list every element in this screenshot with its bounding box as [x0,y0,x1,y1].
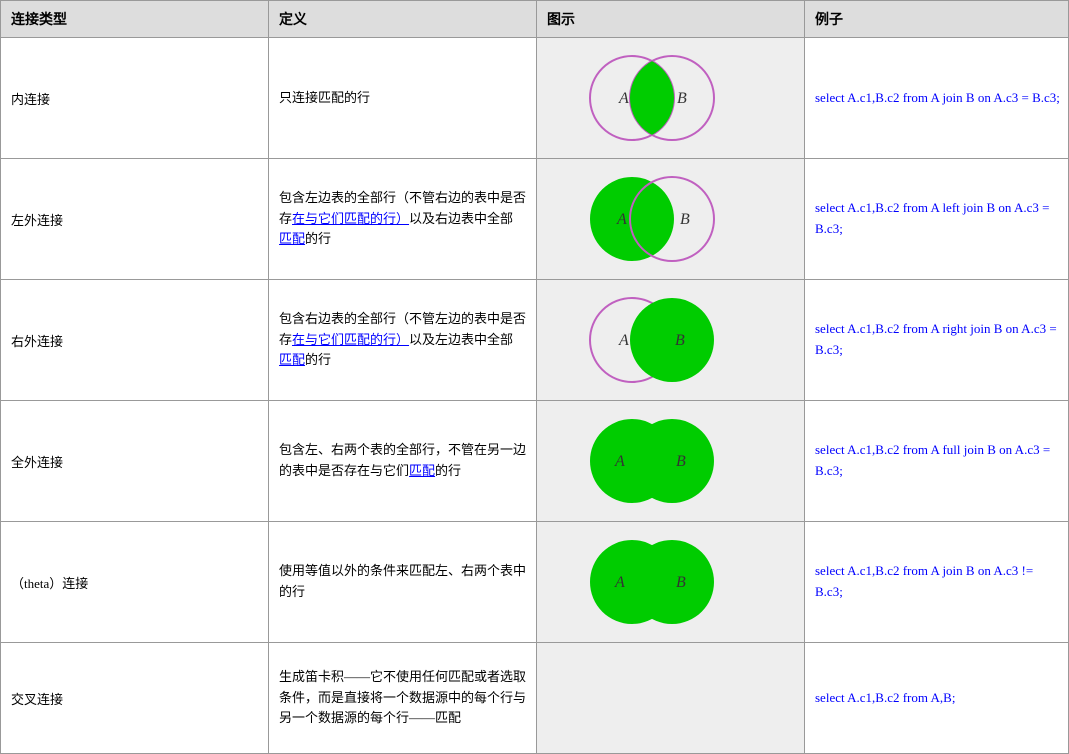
type-right: 右外连接 [1,280,269,400]
diagram-cross [537,643,805,753]
row-theta-join: （theta）连接 使用等值以外的条件来匹配左、右两个表中的行 [1,522,1068,643]
type-left: 左外连接 [1,159,269,279]
diagram-inner: A B [537,38,805,158]
def-inner: 只连接匹配的行 [269,38,537,158]
def-right: 包含右边表的全部行（不管左边的表中是否存在与它们匹配的行）以及左边表中全部匹配的… [269,280,537,400]
def-theta: 使用等值以外的条件来匹配左、右两个表中的行 [269,522,537,642]
def-full: 包含左、右两个表的全部行，不管在另一边的表中是否存在与它们匹配的行 [269,401,537,521]
example-left: select A.c1,B.c2 from A left join B on A… [805,159,1069,279]
example-full: select A.c1,B.c2 from A full join B on A… [805,401,1069,521]
svg-text:B: B [680,211,690,228]
row-inner-join: 内连接 只连接匹配的行 [1,38,1068,159]
example-right: select A.c1,B.c2 from A right join B on … [805,280,1069,400]
venn-theta: A B [547,532,747,632]
row-left-join: 左外连接 包含左边表的全部行（不管右边的表中是否存在与它们匹配的行）以及右边表中… [1,159,1068,280]
type-inner: 内连接 [1,38,269,158]
svg-text:B: B [676,574,686,591]
svg-text:A: A [618,332,629,349]
svg-text:A: A [618,90,629,107]
table-header: 连接类型 定义 图示 例子 [1,1,1068,38]
venn-inner: A B [547,48,747,148]
def-cross: 生成笛卡积——它不使用任何匹配或者选取条件，而是直接将一个数据源中的每个行与另一… [269,643,537,753]
header-example: 例子 [805,1,1069,37]
diagram-left: A B [537,159,805,279]
svg-text:B: B [677,90,687,107]
example-inner: select A.c1,B.c2 from A join B on A.c3 =… [805,38,1069,158]
type-theta: （theta）连接 [1,522,269,642]
diagram-right: A B [537,280,805,400]
header-diagram: 图示 [537,1,805,37]
venn-right: A B [547,290,747,390]
row-cross-join: 交叉连接 生成笛卡积——它不使用任何匹配或者选取条件，而是直接将一个数据源中的每… [1,643,1068,753]
diagram-theta: A B [537,522,805,642]
svg-text:A: A [614,574,625,591]
venn-full: A B [547,411,747,511]
header-definition: 定义 [269,1,537,37]
def-left: 包含左边表的全部行（不管右边的表中是否存在与它们匹配的行）以及右边表中全部匹配的… [269,159,537,279]
example-theta: select A.c1,B.c2 from A join B on A.c3 !… [805,522,1069,642]
svg-text:A: A [614,453,625,470]
join-types-table: 连接类型 定义 图示 例子 内连接 只连接匹配的行 [0,0,1069,754]
svg-text:B: B [676,453,686,470]
row-full-join: 全外连接 包含左、右两个表的全部行，不管在另一边的表中是否存在与它们匹配的行 A… [1,401,1068,522]
svg-text:B: B [675,332,685,349]
type-full: 全外连接 [1,401,269,521]
svg-text:A: A [616,211,627,228]
header-type: 连接类型 [1,1,269,37]
type-cross: 交叉连接 [1,643,269,753]
venn-left: A B [547,169,747,269]
row-right-join: 右外连接 包含右边表的全部行（不管左边的表中是否存在与它们匹配的行）以及左边表中… [1,280,1068,401]
example-cross: select A.c1,B.c2 from A,B; [805,643,1069,753]
diagram-full: A B [537,401,805,521]
